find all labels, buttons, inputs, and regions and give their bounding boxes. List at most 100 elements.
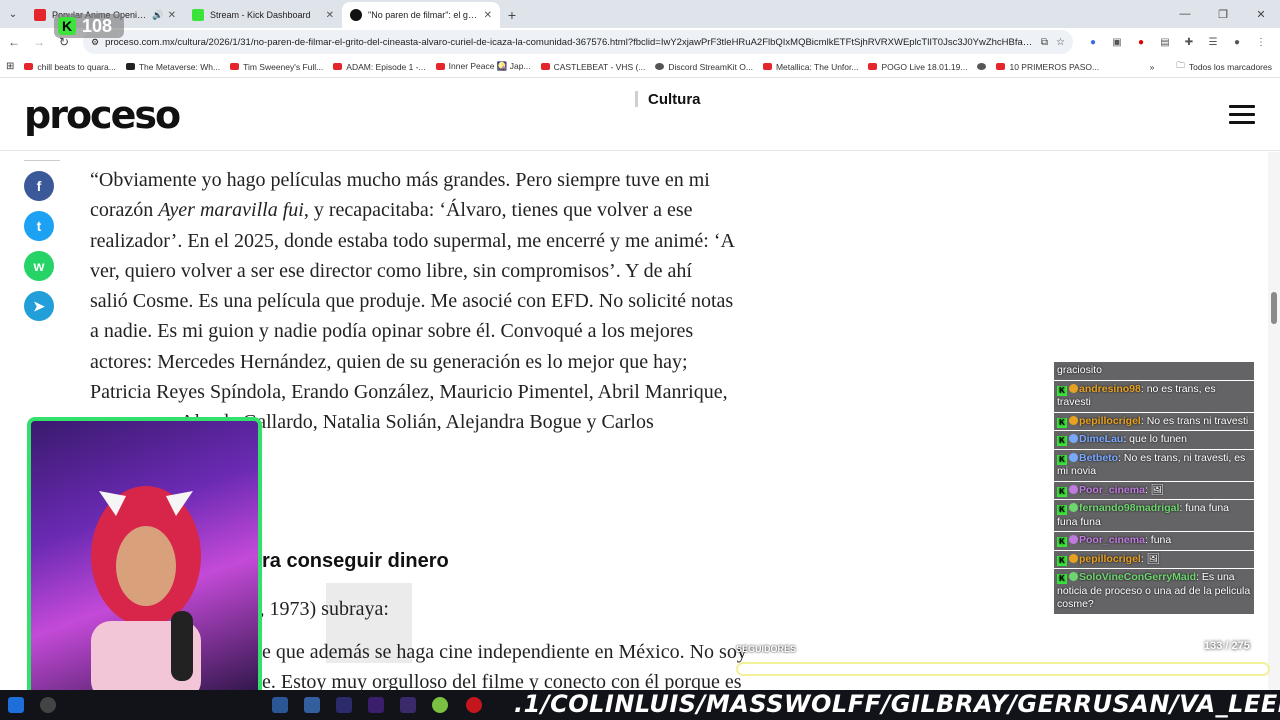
scrollbar-thumb[interactable] [1271,292,1277,324]
bookmark[interactable]: POGO Live 18.01.19... [868,62,967,72]
chat-text: : que lo funen [1123,433,1187,445]
chat-username[interactable]: Betbeto [1079,452,1118,464]
extension-icon[interactable]: ▤ [1153,32,1177,52]
user-badge-icon [1069,503,1078,512]
page-scrollbar[interactable] [1268,152,1280,692]
search-icon[interactable] [40,697,56,713]
bookmark[interactable]: Discord StreamKit O... [655,62,753,72]
section-divider [635,91,638,107]
bookmark[interactable]: Inner Peace 🎑 Jap... [435,61,531,72]
premiere-icon[interactable] [368,697,384,713]
youtube-icon [24,63,34,70]
extension-icon[interactable]: ● [1129,32,1153,52]
back-icon[interactable]: ← [3,31,25,53]
kick-icon [192,9,204,21]
article-line: corazón Ayer maravilla fui, y recapacita… [90,195,830,225]
stream-chat-overlay: graciosito Kandresino98: no es trans, es … [1054,362,1254,615]
translate-icon[interactable]: ⧉ [1041,37,1048,48]
text-span: , y recapacitaba: ‘Álvaro, tienes que vo… [303,199,693,222]
tab-title: Stream - Kick Dashboard [210,10,311,20]
chat-username[interactable]: pepillocrigel [1079,415,1141,427]
lightroom-icon[interactable] [304,697,320,713]
url-text: proceso.com.mx/cultura/2026/1/31/no-pare… [105,36,1033,48]
menu-kebab-icon[interactable]: ⋮ [1249,32,1273,52]
facebook-share-icon[interactable]: f [24,171,54,201]
chat-message: Kpepillocrigel: 🖼 [1054,550,1254,568]
whatsapp-share-icon[interactable]: w [24,251,54,281]
proceso-icon [350,9,362,21]
chat-message: Kandresino98: no es trans, es travesti [1054,380,1254,412]
tab-title: "No paren de filmar": el grito d [368,10,480,20]
chat-message: K Poor_cinema: 🖼 [1054,481,1254,499]
bookmark[interactable]: chill beats to quara... [24,62,116,72]
kick-badge-icon: K [1057,555,1067,566]
bookmark-label: 10 PRIMEROS PASO... [1009,61,1100,72]
tab-proceso-article[interactable]: "No paren de filmar": el grito d ✕ [342,2,500,28]
chat-username[interactable]: pepillocrigel [1079,553,1141,565]
speaker-icon[interactable]: 🔊 [152,10,163,21]
globe-icon [655,63,665,70]
kick-badge-icon: K [1057,454,1067,465]
chat-username[interactable]: SoloVineConGerryMaid [1079,571,1196,583]
goal-count: 133 / 275 [1204,640,1250,652]
twitter-share-icon[interactable]: t [24,211,54,241]
bookmark[interactable]: The Metaverse: Wh... [125,62,220,72]
extensions: ● ▣ ● ▤ ✚ ☰ ● ⋮ [1081,32,1273,52]
chat-username[interactable]: Poor_cinema [1079,534,1145,546]
apps-grid-icon[interactable]: ⊞ [6,61,14,72]
section-label[interactable]: Cultura [648,91,701,108]
more-bookmarks-button[interactable]: » [1150,62,1155,72]
bookmark[interactable]: CASTLEBEAT - VHS (... [540,61,646,72]
bookmark-favicon-icon [125,63,135,70]
telegram-share-icon[interactable]: ➤ [24,291,54,321]
restore-icon[interactable]: ❐ [1204,0,1242,28]
bookmark-star-icon[interactable]: ☆ [1056,37,1065,48]
extension-icon[interactable]: ▣ [1105,32,1129,52]
hamburger-menu-icon[interactable] [1229,105,1255,129]
photoshop-icon[interactable] [272,697,288,713]
site-info-icon[interactable]: ⚙ [91,37,99,48]
chat-username[interactable]: DimeLau [1079,433,1123,445]
close-window-icon[interactable]: ✕ [1242,0,1280,28]
minimize-icon[interactable]: — [1166,0,1204,28]
article-line: ver, quiero volver a ser ese director co… [90,259,692,282]
site-logo[interactable]: proceso [24,93,181,137]
film-title: Ayer maravilla fui [158,199,304,222]
close-tab-icon[interactable]: ✕ [326,10,334,21]
youtube-icon [868,63,878,70]
article-line: realizador’. En el 2025, donde estaba to… [90,229,735,252]
app-icon[interactable] [432,697,448,713]
app-icon[interactable] [466,697,482,713]
bookmark[interactable]: ADAM: Episode 1 -... [333,62,426,72]
after-effects-icon[interactable] [400,697,416,713]
new-tab-button[interactable]: + [500,2,524,28]
reading-list-icon[interactable]: ☰ [1201,32,1225,52]
windows-start-icon[interactable] [8,697,24,713]
profile-avatar[interactable]: ● [1225,32,1249,52]
address-bar[interactable]: ⚙ proceso.com.mx/cultura/2026/1/31/no-pa… [83,30,1073,54]
chat-username[interactable]: fernando98madrigal [1079,502,1179,514]
extensions-puzzle-icon[interactable]: ✚ [1177,32,1201,52]
extension-icon[interactable]: ● [1081,32,1105,52]
forward-icon[interactable]: → [28,31,50,53]
text-span: corazón [90,199,159,222]
article-body: “Obviamente yo hago películas mucho más … [90,165,830,438]
tab-kick-dashboard[interactable]: Stream - Kick Dashboard ✕ [184,2,342,28]
bookmark[interactable]: 10 PRIMEROS PASO... [977,62,1099,72]
close-tab-icon[interactable]: ✕ [168,10,176,21]
bookmark-label: CASTLEBEAT - VHS (... [553,61,646,72]
globe-icon [977,63,987,70]
bookmark[interactable]: Tim Sweeney's Full... [230,62,323,72]
audition-icon[interactable] [336,697,352,713]
youtube-icon [333,63,343,70]
chat-message: K Betbeto: No es trans, ni travesti, es m… [1054,449,1254,481]
user-badge-icon [1069,452,1078,462]
all-bookmarks-link[interactable]: Todos los marcadores [1189,62,1272,72]
kick-badge-icon: K [1057,505,1067,515]
close-tab-icon[interactable]: ✕ [484,10,492,21]
chat-username[interactable]: Poor_cinema [1079,484,1145,496]
chat-username[interactable]: andresino98 [1079,383,1141,395]
tab-search-icon[interactable]: ⌄ [0,0,26,28]
user-badge-icon [1069,383,1078,393]
bookmark[interactable]: Metallica: The Unfor... [762,62,858,72]
